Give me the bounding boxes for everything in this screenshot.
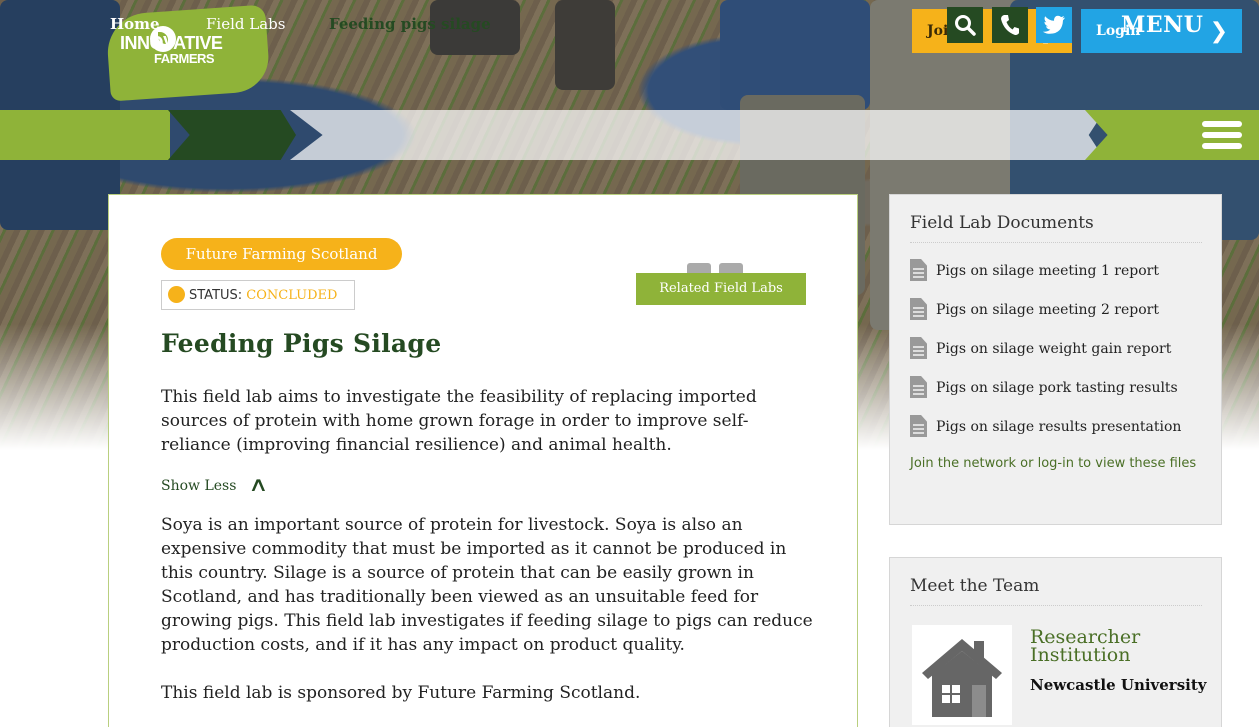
search-button[interactable] <box>947 7 983 43</box>
field-lab-card: Future Farming Scotland STATUS: CONCLUDE… <box>108 194 858 727</box>
status-value: CONCLUDED <box>246 288 338 303</box>
divider <box>910 605 1202 606</box>
breadcrumb-home-bg <box>0 110 170 160</box>
document-label: Pigs on silage pork tasting results <box>936 380 1178 396</box>
document-icon <box>910 337 927 359</box>
breadcrumb-home-link[interactable]: Home <box>110 15 160 33</box>
document-label: Pigs on silage weight gain report <box>936 341 1172 357</box>
document-item[interactable]: Pigs on silage results presentation <box>910 415 1181 454</box>
page-title: Feeding Pigs Silage <box>161 329 442 358</box>
intro-paragraph: This field lab aims to investigate the f… <box>161 387 757 455</box>
meet-the-team-panel: Meet the Team Researcher Institution New… <box>889 557 1222 727</box>
join-or-login-link[interactable]: Join the network or log-in to view these… <box>910 454 1202 473</box>
twitter-button[interactable] <box>1036 7 1072 43</box>
chevron-right-icon: ❯ <box>1209 19 1228 44</box>
logo-line-1: INNOVATIVE <box>120 33 223 53</box>
avatar <box>912 625 1012 725</box>
document-icon <box>910 259 927 281</box>
breadcrumb-current: Feeding pigs silage <box>329 15 491 33</box>
logo-line-2: FARMERS <box>154 51 215 66</box>
documents-title: Field Lab Documents <box>910 213 1094 233</box>
navigation-bar <box>0 110 1259 160</box>
menu-label: MENU <box>1121 12 1204 38</box>
body-paragraph: Soya is an important source of protein f… <box>161 515 813 655</box>
site-logo[interactable]: INNOVATIVE FARMERS <box>120 33 223 66</box>
search-icon <box>955 15 976 36</box>
breadcrumb-field-labs-link[interactable]: Field Labs <box>206 15 285 33</box>
show-less-label: Show Less <box>161 478 237 494</box>
document-item[interactable]: Pigs on silage pork tasting results <box>910 376 1181 415</box>
hero-boot-shape <box>555 0 615 90</box>
chevron-up-icon: ∧ <box>248 472 269 496</box>
hamburger-icon <box>1202 121 1242 149</box>
twitter-icon <box>1042 15 1065 34</box>
documents-list: Pigs on silage meeting 1 report Pigs on … <box>910 259 1181 454</box>
document-label: Pigs on silage meeting 1 report <box>936 263 1159 279</box>
status-badge: STATUS: CONCLUDED <box>161 280 355 310</box>
team-title: Meet the Team <box>910 576 1040 596</box>
status-dot-icon <box>168 286 185 303</box>
category-tag[interactable]: Future Farming Scotland <box>161 238 402 270</box>
show-less-toggle[interactable]: Show Less ∧ <box>161 472 269 496</box>
field-lab-documents-panel: Field Lab Documents Pigs on silage meeti… <box>889 194 1222 525</box>
team-role: Researcher Institution <box>1030 626 1141 666</box>
phone-button[interactable] <box>992 7 1028 43</box>
related-field-labs-button[interactable]: Related Field Labs <box>636 273 806 305</box>
document-icon <box>910 415 927 437</box>
document-label: Pigs on silage meeting 2 report <box>936 302 1159 318</box>
house-icon <box>922 639 1002 717</box>
document-icon <box>910 376 927 398</box>
breadcrumb-background <box>290 110 1105 160</box>
document-item[interactable]: Pigs on silage meeting 1 report <box>910 259 1181 298</box>
document-item[interactable]: Pigs on silage weight gain report <box>910 337 1181 376</box>
document-label: Pigs on silage results presentation <box>936 419 1182 435</box>
team-member-name[interactable]: Newcastle University <box>1030 676 1210 694</box>
status-label: STATUS: <box>189 288 247 303</box>
phone-icon <box>1001 15 1019 35</box>
divider <box>910 242 1202 243</box>
document-item[interactable]: Pigs on silage meeting 2 report <box>910 298 1181 337</box>
breadcrumb-fieldlabs-bg <box>168 110 296 160</box>
sponsor-paragraph: This field lab is sponsored by Future Fa… <box>161 683 641 703</box>
document-icon <box>910 298 927 320</box>
hero-leg-shape <box>720 0 870 110</box>
